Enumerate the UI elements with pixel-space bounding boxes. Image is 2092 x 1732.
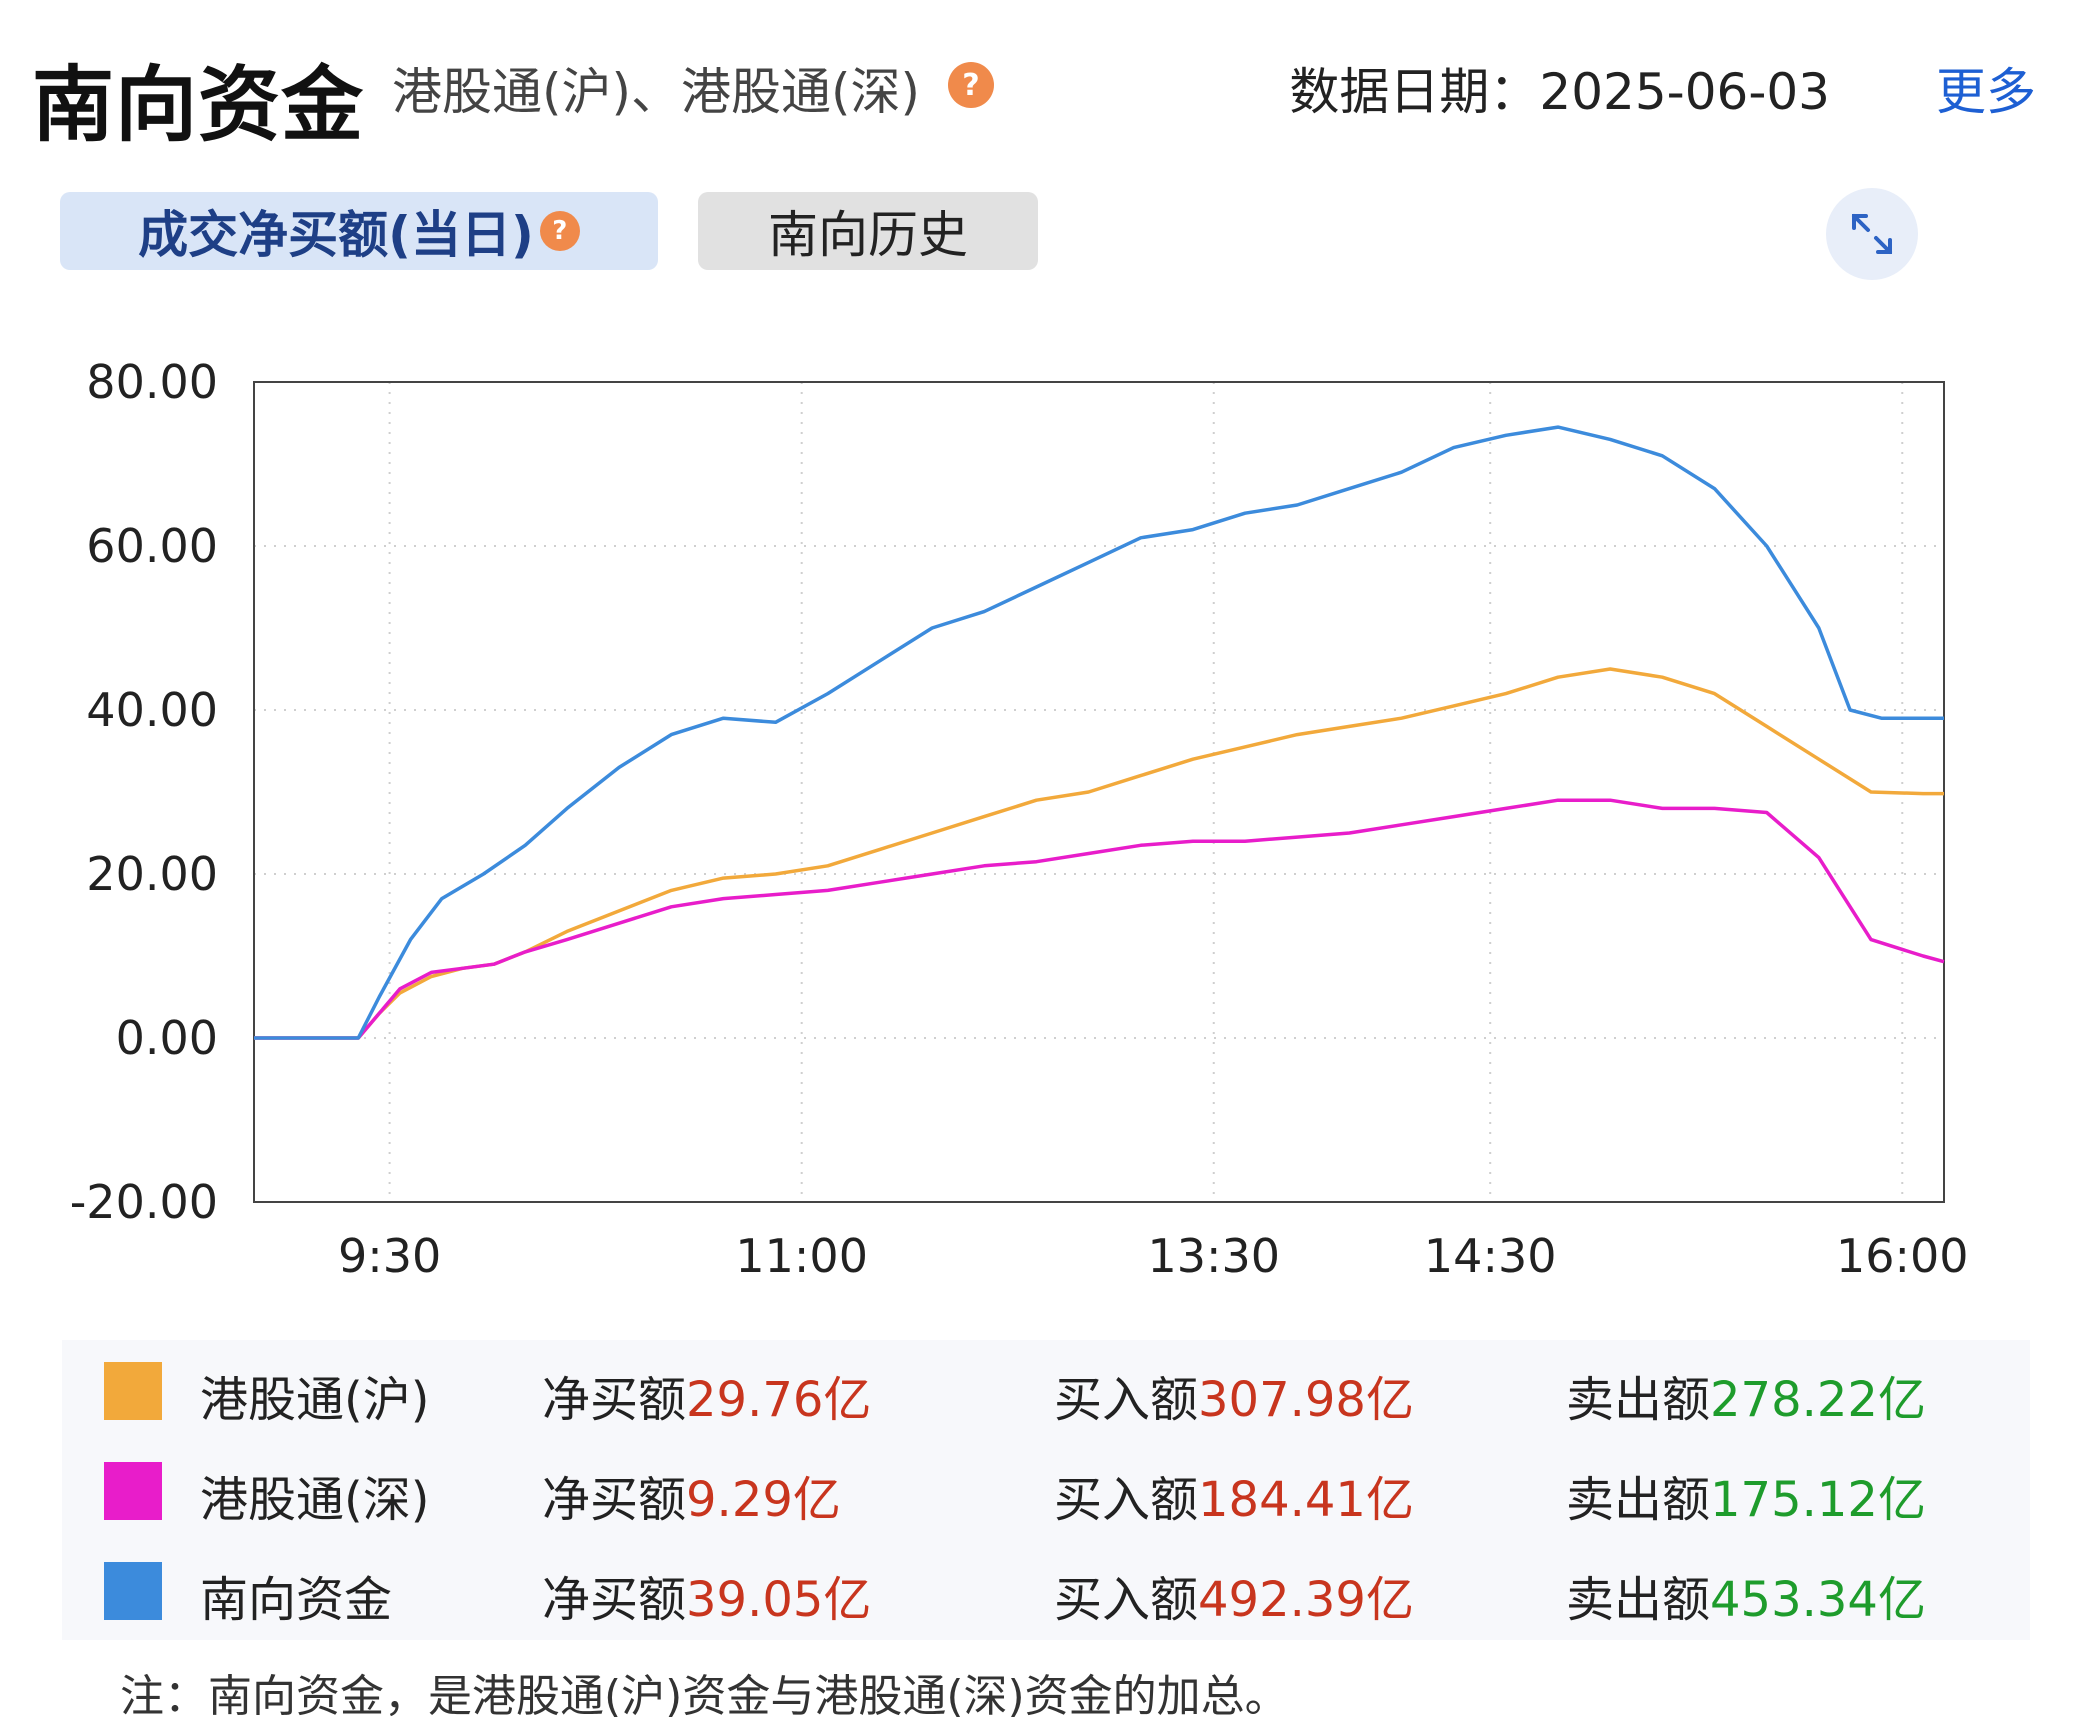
footnote: 注：南向资金，是港股通(沪)资金与港股通(深)资金的加总。 (120, 1671, 1289, 1722)
buy-label: 买入额 (1054, 1472, 1199, 1528)
y-tick-label: 60.00 (86, 519, 218, 573)
question-circle-icon[interactable]: ? (539, 211, 580, 251)
sell-label: 卖出额 (1566, 1372, 1711, 1428)
series-line (254, 425, 1944, 1040)
net-buy-label: 净买额 (542, 1572, 687, 1628)
legend-swatch (104, 1362, 162, 1420)
more-link[interactable]: 更多 (1936, 52, 2036, 124)
sell-value: 175.12亿 (1710, 1472, 1926, 1528)
net-buy-value: 29.76亿 (686, 1372, 872, 1428)
buy-field: 买入额307.98亿 (1054, 1360, 1414, 1430)
page-title: 南向资金 (32, 58, 365, 153)
sell-value: 453.34亿 (1710, 1572, 1926, 1628)
buy-field: 买入额492.39亿 (1054, 1560, 1414, 1630)
x-tick-label: 14:30 (1424, 1229, 1557, 1283)
net-buy-field: 净买额9.29亿 (542, 1460, 841, 1530)
buy-label: 买入额 (1054, 1372, 1199, 1428)
net-buy-label: 净买额 (542, 1472, 687, 1528)
chart-grid (254, 382, 1944, 1202)
buy-value: 492.39亿 (1198, 1572, 1414, 1628)
tab-net-buy-today-label: 成交净买额(当日) (138, 206, 534, 264)
plot-frame (253, 381, 1945, 1203)
y-tick-label: 0.00 (116, 1011, 218, 1065)
y-tick-label: 40.00 (86, 683, 218, 737)
sell-label: 卖出额 (1566, 1472, 1711, 1528)
x-tick-label: 16:00 (1836, 1229, 1969, 1283)
x-tick-label: 11:00 (735, 1229, 868, 1283)
x-tick-label: 13:30 (1147, 1229, 1280, 1283)
legend-swatch (104, 1562, 162, 1620)
x-tick-label: 9:30 (338, 1229, 441, 1283)
tab-southbound-history[interactable]: 南向历史 (698, 192, 1038, 270)
sell-field: 卖出额175.12亿 (1566, 1460, 1926, 1530)
net-buy-field: 净买额39.05亿 (542, 1560, 871, 1630)
sell-value: 278.22亿 (1710, 1372, 1926, 1428)
legend-panel: 港股通(沪) 净买额29.76亿 买入额307.98亿 卖出额278.22亿 港… (62, 1340, 2030, 1640)
legend-row: 南向资金 净买额39.05亿 买入额492.39亿 卖出额453.34亿 (62, 1540, 2030, 1640)
legend-series-name: 南向资金 (200, 1572, 393, 1628)
tab-southbound-history-label: 南向历史 (768, 206, 968, 264)
net-buy-label: 净买额 (542, 1372, 687, 1428)
legend-swatch (104, 1462, 162, 1520)
net-buy-value: 9.29亿 (686, 1472, 841, 1528)
sell-field: 卖出额278.22亿 (1566, 1360, 1926, 1430)
sell-label: 卖出额 (1566, 1572, 1711, 1628)
legend-series-name: 港股通(沪) (200, 1372, 430, 1428)
question-circle-icon[interactable]: ? (948, 62, 994, 108)
buy-value: 184.41亿 (1198, 1472, 1414, 1528)
buy-label: 买入额 (1054, 1572, 1199, 1628)
page-subtitle: 港股通(沪)、港股通(深) (392, 63, 921, 121)
net-buy-field: 净买额29.76亿 (542, 1360, 871, 1430)
tab-net-buy-today[interactable]: 成交净买额(当日) ? (60, 192, 658, 270)
legend-row: 港股通(深) 净买额9.29亿 买入额184.41亿 卖出额175.12亿 (62, 1440, 2030, 1540)
net-buy-value: 39.05亿 (686, 1572, 872, 1628)
expand-button[interactable] (1826, 188, 1918, 280)
series-line (254, 798, 1945, 1040)
line-chart: 80.00 60.00 40.00 20.00 0.00 -20.00 9:30 11:00… (70, 355, 1969, 1283)
y-tick-label: -20.00 (70, 1175, 218, 1229)
expand-arrows-icon (1852, 214, 1892, 254)
legend-row: 港股通(沪) 净买额29.76亿 买入额307.98亿 卖出额278.22亿 (62, 1340, 2030, 1440)
sell-field: 卖出额453.34亿 (1566, 1560, 1926, 1630)
buy-field: 买入额184.41亿 (1054, 1460, 1414, 1530)
buy-value: 307.98亿 (1198, 1372, 1414, 1428)
data-date: 数据日期：2025-06-03 (1289, 63, 1830, 121)
y-tick-label: 80.00 (86, 355, 218, 409)
y-tick-label: 20.00 (86, 847, 218, 901)
legend-series-name: 港股通(深) (200, 1472, 430, 1528)
